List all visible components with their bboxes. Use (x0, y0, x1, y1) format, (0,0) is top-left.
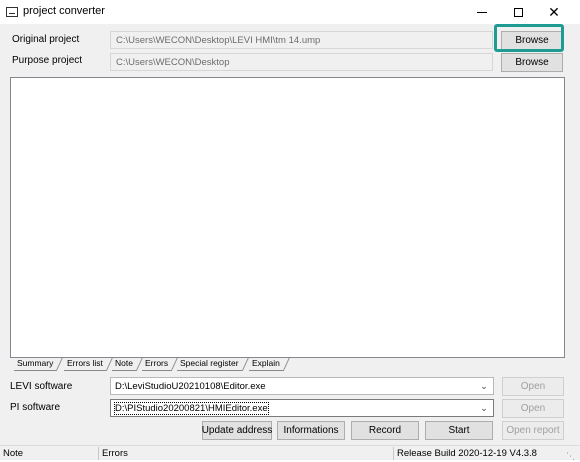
status-bar: Note Errors Release Build 2020-12-19 V4.… (0, 445, 580, 461)
maximize-icon (513, 7, 523, 17)
minimize-button[interactable] (464, 0, 500, 24)
title-bar: project converter ✕ (0, 0, 580, 24)
close-icon: ✕ (548, 4, 560, 20)
chevron-down-icon: ⌄ (480, 403, 488, 413)
open-report-button[interactable]: Open report (502, 421, 564, 440)
purpose-project-label: Purpose project (12, 55, 83, 66)
levi-open-button[interactable]: Open (502, 377, 564, 396)
update-address-button[interactable]: Update address (202, 421, 272, 440)
tab-explain[interactable]: Explain (249, 357, 283, 371)
tab-summary[interactable]: Summary (14, 357, 57, 371)
purpose-project-field[interactable]: C:\Users\WECON\Desktop (110, 53, 493, 71)
tab-errors-list[interactable]: Errors list (64, 357, 106, 371)
purpose-browse-button[interactable]: Browse (501, 53, 563, 72)
minimize-icon (477, 11, 487, 13)
informations-button[interactable]: Informations (277, 421, 345, 440)
levi-software-select[interactable]: D:\LeviStudioU20210108\Editor.exe ⌄ (110, 377, 494, 395)
original-project-field[interactable]: C:\Users\WECON\Desktop\LEVI HMI\tm 14.um… (110, 31, 493, 49)
start-button[interactable]: Start (425, 421, 493, 440)
tab-note[interactable]: Note (112, 357, 136, 371)
levi-software-label: LEVI software (10, 381, 73, 392)
close-button[interactable]: ✕ (536, 0, 572, 24)
status-note: Note (3, 448, 24, 459)
original-project-label: Original project (12, 34, 80, 45)
log-text-area[interactable] (10, 77, 565, 358)
record-button[interactable]: Record (351, 421, 419, 440)
chevron-down-icon: ⌄ (480, 381, 488, 391)
status-divider (393, 447, 394, 460)
project-converter-window: project converter ✕ Original project C:\… (0, 0, 580, 461)
levi-software-value: D:\LeviStudioU20210108\Editor.exe (115, 381, 266, 392)
pi-software-value: D:\PIStudio20200821\HMIEditor.exe (114, 402, 269, 415)
original-browse-button[interactable]: Browse (501, 31, 563, 50)
status-errors: Errors (102, 448, 128, 459)
pi-open-button[interactable]: Open (502, 399, 564, 418)
status-release: Release Build 2020-12-19 V4.3.8 (397, 448, 537, 459)
tab-special-register[interactable]: Special register (177, 357, 242, 371)
maximize-button[interactable] (500, 0, 536, 24)
tab-errors[interactable]: Errors (142, 357, 172, 371)
app-window-icon (6, 7, 18, 17)
pi-software-label: PI software (10, 402, 61, 413)
pi-software-select[interactable]: D:\PIStudio20200821\HMIEditor.exe ⌄ (110, 399, 494, 417)
tab-strip: Summary Errors list Note Errors Special … (10, 357, 565, 373)
status-divider (98, 447, 99, 460)
window-title: project converter (23, 5, 105, 17)
